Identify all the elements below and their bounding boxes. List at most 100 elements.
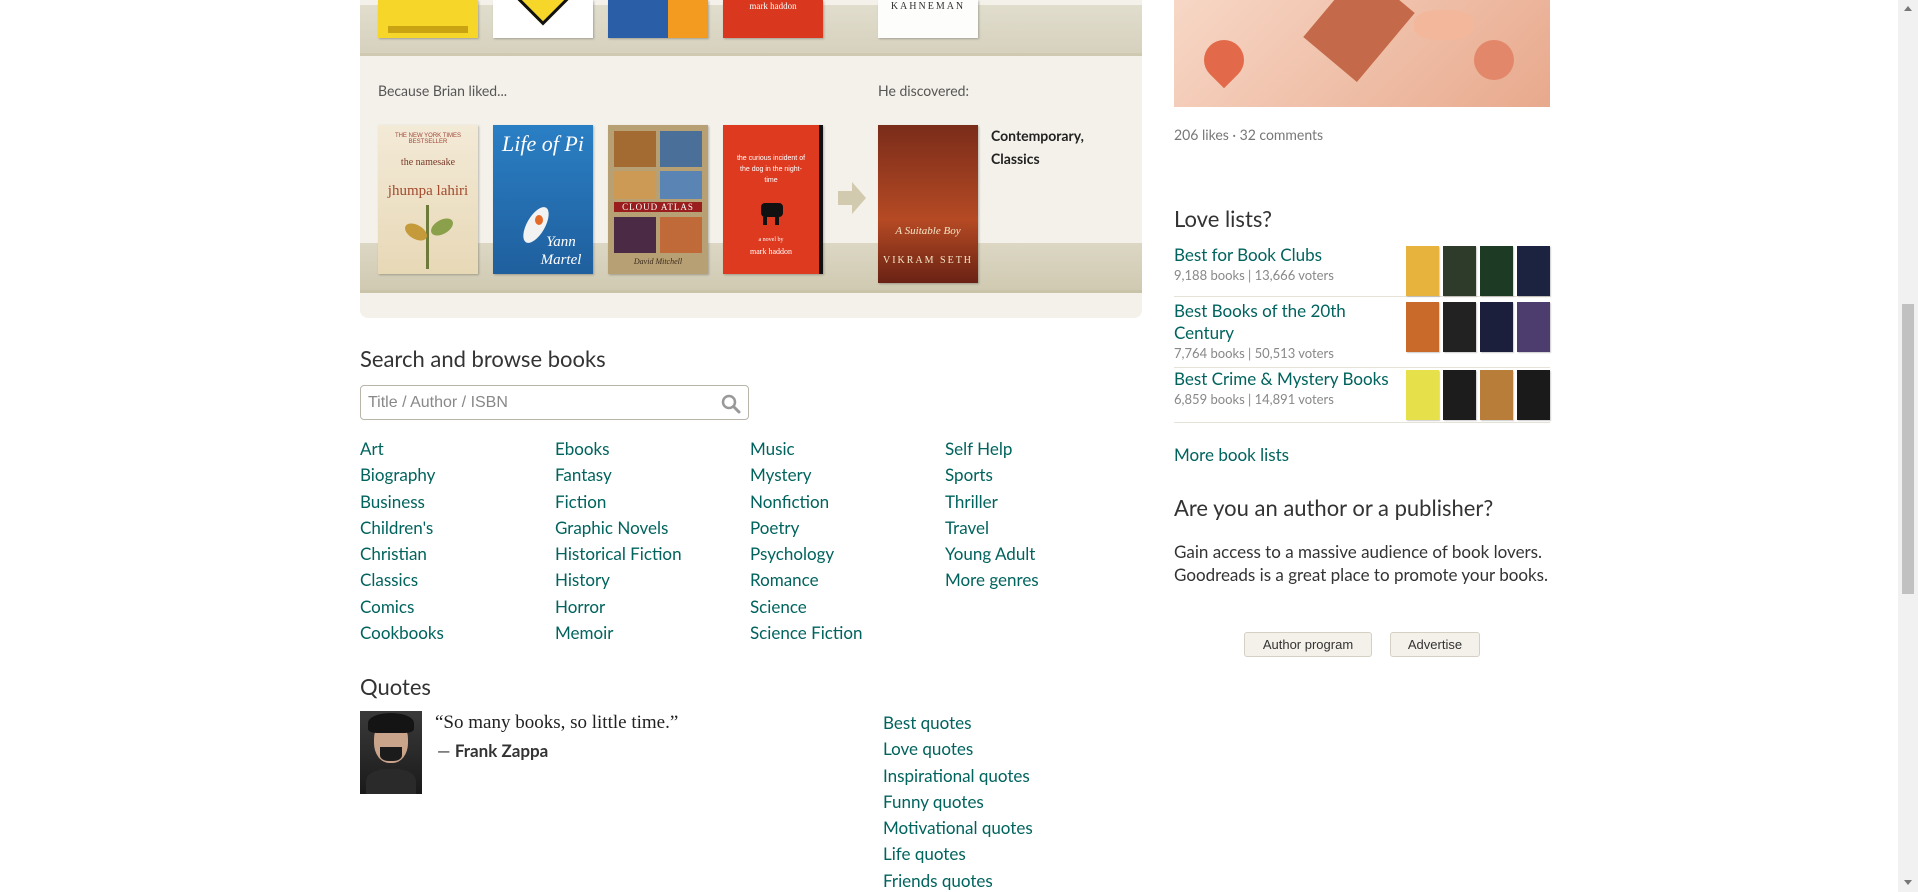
genre-link-christian[interactable]: Christian [360,541,555,567]
genre-link-thriller[interactable]: Thriller [945,489,1080,515]
scroll-thumb[interactable] [1902,304,1914,594]
quote-author-link[interactable]: Frank Zappa [455,740,548,761]
mini-cover[interactable] [1480,302,1513,352]
mini-cover[interactable] [1406,302,1439,352]
genre-link-young-adult[interactable]: Young Adult [945,541,1080,567]
search-title: Search and browse books [360,345,606,372]
genre-link-cookbooks[interactable]: Cookbooks [360,620,555,646]
magnifier-icon[interactable] [720,393,742,415]
mini-cover[interactable] [1406,246,1439,296]
genre-link-self-help[interactable]: Self Help [945,436,1080,462]
quote-link-motivational[interactable]: Motivational quotes [883,815,1033,841]
genre-link-horror[interactable]: Horror [555,594,750,620]
quote-link-inspirational[interactable]: Inspirational quotes [883,763,1033,789]
genre-link-fiction[interactable]: Fiction [555,489,750,515]
genre-link-memoir[interactable]: Memoir [555,620,750,646]
genre-link-art[interactable]: Art [360,436,555,462]
list-item: Best Crime & Mystery Books 6,859 books |… [1174,368,1550,423]
genre-link-historical-fiction[interactable]: Historical Fiction [555,541,750,567]
quote-links: Best quotes Love quotes Inspirational qu… [883,710,1033,892]
quote-author: — Frank Zappa [437,740,548,761]
genre-link-science[interactable]: Science [750,594,945,620]
mini-cover[interactable] [1517,370,1550,420]
genre-link-psychology[interactable]: Psychology [750,541,945,567]
genre-link-music[interactable]: Music [750,436,945,462]
cloud-atlas-cover[interactable]: CLOUD ATLAS David Mitchell [608,125,708,274]
author-program-button[interactable]: Author program [1244,632,1372,657]
search-input[interactable] [368,392,708,414]
quote-text: “So many books, so little time.” [435,712,679,733]
a-suitable-boy-cover[interactable]: A Suitable Boy VIKRAM SETH [878,125,978,283]
mini-cover[interactable] [1443,246,1476,296]
search-box [360,385,749,420]
life-of-pi-cover[interactable]: Life of Pi Yann Martel [493,125,593,274]
genre-link-childrens[interactable]: Children's [360,515,555,541]
mini-cover[interactable] [1406,370,1439,420]
list-covers [1406,370,1550,420]
genre-link-ebooks[interactable]: Ebooks [555,436,750,462]
genre-link-travel[interactable]: Travel [945,515,1080,541]
mini-cover[interactable] [1517,302,1550,352]
quote-link-best[interactable]: Best quotes [883,710,1033,736]
top-cover-roadsign[interactable] [493,0,593,38]
scroll-down-icon[interactable] [1904,880,1912,885]
the-namesake-cover[interactable]: THE NEW YORK TIMES BESTSELLER the namesa… [378,125,478,274]
quotes-title: Quotes [360,673,431,700]
top-cover-kahneman[interactable]: KAHNEMAN [878,0,978,38]
genre-link-classics[interactable]: Classics [360,567,555,593]
genre-link-business[interactable]: Business [360,489,555,515]
discovered-genres[interactable]: Contemporary, Classics [991,124,1111,170]
curious-incident-cover[interactable]: the curious incident of the dog in the n… [723,125,823,274]
genre-grid: Art Biography Business Children's Christ… [360,436,1080,646]
author-text: Gain access to a massive audience of boo… [1174,541,1549,585]
mini-cover[interactable] [1480,370,1513,420]
more-lists-link[interactable]: More book lists [1174,444,1289,465]
because-label: Because Brian liked... [378,82,508,99]
shelf-ledge [360,290,1142,293]
quote-link-funny[interactable]: Funny quotes [883,789,1033,815]
top-cover-haddon[interactable]: mark haddon [723,0,823,38]
shelf-ledge [360,53,1142,56]
mini-cover[interactable] [1480,246,1513,296]
quote-link-love[interactable]: Love quotes [883,736,1033,762]
list-item: Best Books of the 20th Century 7,764 boo… [1174,300,1550,368]
discovered-label: He discovered: [878,82,969,99]
genre-link-nonfiction[interactable]: Nonfiction [750,489,945,515]
genre-link-graphic-novels[interactable]: Graphic Novels [555,515,750,541]
more-genres-link[interactable]: More genres [945,567,1080,593]
genre-link-mystery[interactable]: Mystery [750,462,945,488]
genre-link-poetry[interactable]: Poetry [750,515,945,541]
top-cover-yellow[interactable] [378,0,478,38]
advertise-button[interactable]: Advertise [1390,632,1480,657]
author-photo[interactable] [360,711,422,794]
genre-link-science-fiction[interactable]: Science Fiction [750,620,945,646]
genre-link-comics[interactable]: Comics [360,594,555,620]
featured-image[interactable] [1174,0,1550,107]
quote-dash: — [437,740,451,761]
vertical-scrollbar[interactable] [1898,0,1918,892]
list-title-link[interactable]: Best for Book Clubs [1174,244,1404,266]
quote-link-friends[interactable]: Friends quotes [883,868,1033,892]
genre-link-biography[interactable]: Biography [360,462,555,488]
list-covers [1406,302,1550,352]
list-covers [1406,246,1550,296]
quote-link-life[interactable]: Life quotes [883,841,1033,867]
genre-link-fantasy[interactable]: Fantasy [555,462,750,488]
list-title-link[interactable]: Best Crime & Mystery Books [1174,368,1414,390]
mini-cover[interactable] [1517,246,1550,296]
mini-cover[interactable] [1443,370,1476,420]
genre-link-history[interactable]: History [555,567,750,593]
genre-column: Self Help Sports Thriller Travel Young A… [945,436,1080,646]
likes-comments[interactable]: 206 likes · 32 comments [1174,126,1323,143]
scroll-up-icon[interactable] [1904,6,1912,11]
genre-link-romance[interactable]: Romance [750,567,945,593]
genre-column: Music Mystery Nonfiction Poetry Psycholo… [750,436,945,646]
mini-cover[interactable] [1443,302,1476,352]
recommendation-panel: mark haddon KAHNEMAN Because Brian liked… [360,0,1142,318]
list-title-link[interactable]: Best Books of the 20th Century [1174,300,1374,344]
genre-link-sports[interactable]: Sports [945,462,1080,488]
lists-title: Love lists? [1174,205,1272,232]
genre-column: Art Biography Business Children's Christ… [360,436,555,646]
author-title: Are you an author or a publisher? [1174,494,1494,521]
top-cover-predictably-irrational[interactable] [608,0,708,38]
